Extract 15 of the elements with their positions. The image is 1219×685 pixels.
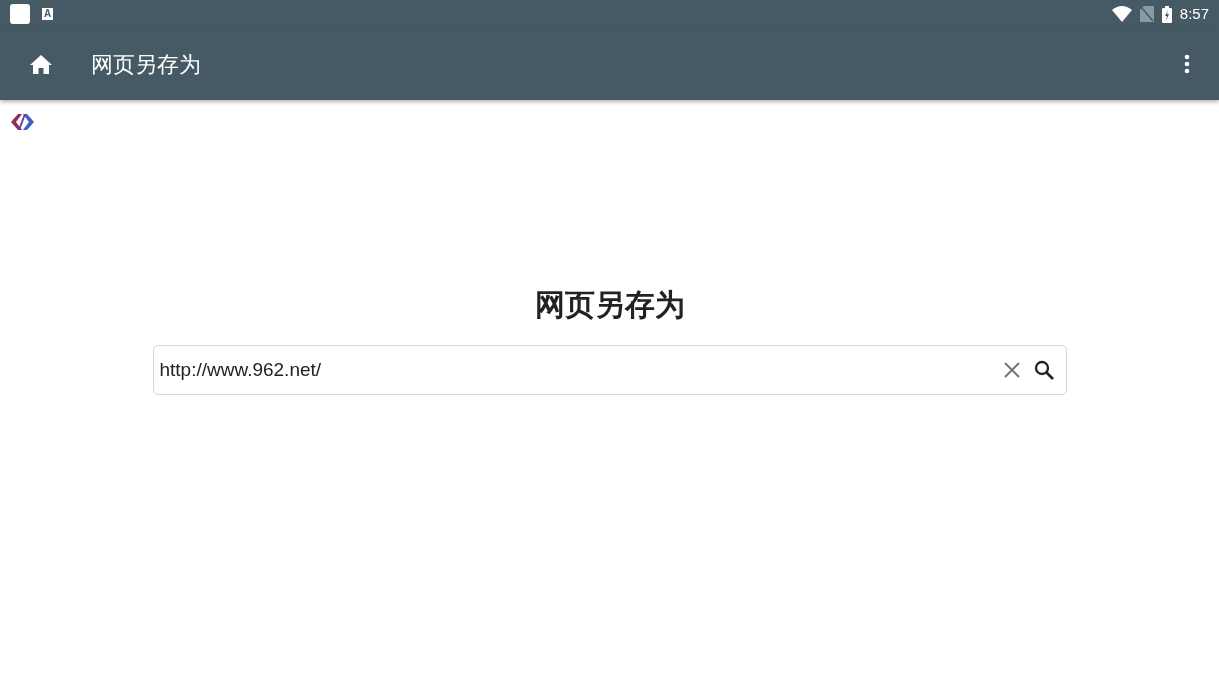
url-input-field[interactable]: http://www.962.net/ (159, 355, 1000, 385)
close-icon (1003, 362, 1020, 378)
notification-glyph: A (42, 8, 54, 20)
url-field[interactable]: http://www.962.net/ (152, 345, 1067, 395)
home-icon (30, 54, 52, 74)
status-time: 8:57 (1179, 3, 1209, 24)
wifi-icon (1111, 6, 1132, 22)
no-sim-icon (1139, 6, 1154, 22)
page-heading: 网页另存为 (534, 287, 685, 323)
app-logo-icon (9, 112, 36, 132)
more-icon (1184, 54, 1190, 74)
notification-icon (10, 4, 30, 24)
search-icon (1033, 360, 1054, 380)
app-bar-title: 网页另存为 (91, 50, 201, 79)
battery-charging-icon (1161, 5, 1172, 23)
